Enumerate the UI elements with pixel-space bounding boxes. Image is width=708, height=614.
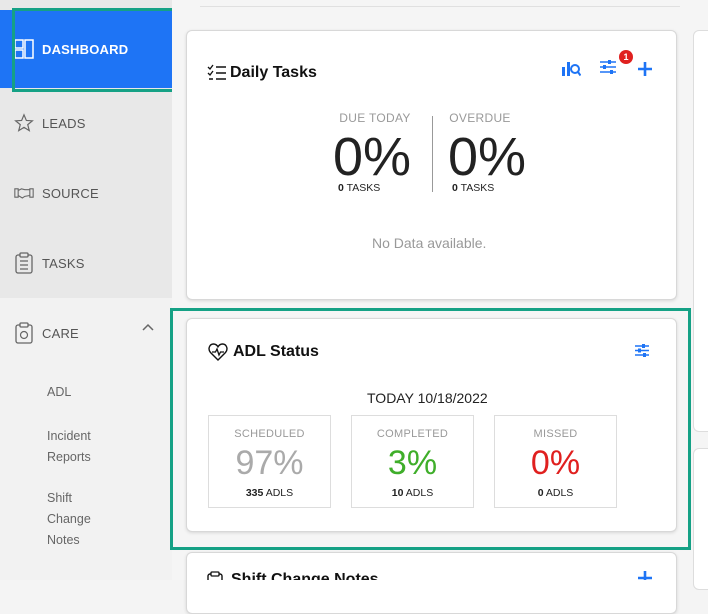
filter-count-badge: 1: [619, 50, 633, 64]
missed-count: 0 ADLS: [537, 487, 574, 499]
sidebar-item-label: TASKS: [42, 255, 85, 271]
sidebar-item-leads[interactable]: LEADS: [0, 108, 172, 138]
dashboard-highlight-outline: [12, 8, 182, 92]
sidebar-item-source[interactable]: SOURCE: [0, 178, 172, 208]
adl-filter-sliders-icon[interactable]: [634, 343, 650, 363]
overdue-count: 0 TASKS: [452, 182, 495, 194]
top-divider: [200, 0, 680, 7]
handshake-icon: [14, 183, 34, 203]
sidebar-item-label: SOURCE: [42, 185, 99, 201]
overdue-percent: 0%: [448, 127, 527, 187]
care-clipboard-icon: [14, 322, 34, 344]
filter-sliders-icon[interactable]: [599, 59, 617, 80]
no-data-message: No Data available.: [372, 235, 487, 251]
right-card-partial: [693, 30, 708, 432]
clipboard-list-icon: [14, 252, 34, 274]
chart-search-icon[interactable]: [561, 59, 582, 82]
scheduled-count: 335 ADLS: [245, 487, 294, 499]
missed-label: MISSED: [533, 428, 578, 440]
sidebar-item-tasks[interactable]: TASKS: [0, 248, 172, 278]
sidebar-item-label: CARE: [42, 325, 79, 341]
due-today-label: DUE TODAY: [339, 111, 411, 125]
clipboard-icon: [207, 571, 223, 580]
completed-label: COMPLETED: [376, 428, 449, 440]
adl-scheduled-box: SCHEDULED 97% 335 ADLS: [208, 415, 331, 508]
shift-change-card: [186, 552, 677, 614]
scheduled-percent: 97%: [235, 444, 304, 482]
shift-change-header: Shift Change Notes: [207, 568, 667, 580]
sidebar-subitem-reports[interactable]: Reports: [47, 447, 91, 467]
shift-change-title: Shift Change Notes: [231, 571, 379, 580]
shift-add-plus-icon[interactable]: [637, 570, 653, 580]
sidebar-subitem-incident[interactable]: Incident: [47, 426, 91, 446]
completed-percent: 3%: [387, 444, 438, 482]
missed-percent: 0%: [530, 444, 581, 482]
chevron-up-icon[interactable]: [142, 318, 154, 334]
stat-divider: [432, 116, 433, 192]
sidebar-item-label: LEADS: [42, 115, 86, 131]
adl-status-title: ADL Status: [233, 343, 319, 360]
sidebar-subitem-shift[interactable]: Shift: [47, 488, 72, 508]
daily-tasks-title: Daily Tasks: [230, 64, 317, 81]
checklist-icon: [207, 64, 227, 87]
completed-count: 10 ADLS: [391, 487, 434, 499]
add-plus-icon[interactable]: [637, 61, 653, 82]
heart-pulse-icon: [208, 343, 228, 366]
adl-completed-box: COMPLETED 3% 10 ADLS: [351, 415, 474, 508]
due-today-count: 0 TASKS: [338, 182, 381, 194]
sidebar-subitem-adl[interactable]: ADL: [47, 382, 71, 402]
star-icon: [14, 113, 34, 133]
due-today-percent: 0%: [333, 127, 412, 187]
scheduled-label: SCHEDULED: [234, 428, 305, 440]
sidebar-subitem-change[interactable]: Change: [47, 509, 91, 529]
adl-date: TODAY 10/18/2022: [367, 390, 488, 406]
sidebar-subitem-notes[interactable]: Notes: [47, 530, 80, 550]
right-card-partial-lower: [693, 448, 708, 590]
overdue-label: OVERDUE: [449, 111, 511, 125]
adl-missed-box: MISSED 0% 0 ADLS: [494, 415, 617, 508]
